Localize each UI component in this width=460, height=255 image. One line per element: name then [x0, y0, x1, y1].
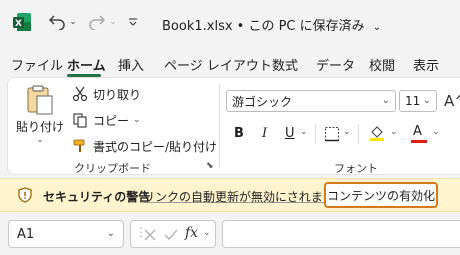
font-color-dropdown-icon[interactable]: ⌄ [432, 127, 440, 137]
borders-dropdown-icon[interactable]: ⌄ [343, 127, 351, 137]
font-row-separator [315, 124, 316, 144]
active-tab-indicator [67, 74, 101, 77]
tab-page-layout[interactable]: ページ レイアウト [164, 55, 272, 74]
ribbon-tabs: ファイル ホーム 挿入 ページ レイアウト 数式 データ 校閲 表示 [0, 52, 460, 77]
copy-label: コピー [93, 113, 130, 128]
font-color-glyph: A [413, 124, 422, 139]
paste-icon [27, 85, 53, 115]
paste-dropdown-icon: ⌄ [36, 135, 44, 145]
font-size-dropdown-icon[interactable]: ⌄ [423, 95, 431, 106]
tab-review[interactable]: 校閲 [369, 55, 395, 74]
paste-label: 貼り付け [16, 120, 65, 134]
clipboard-group-label: クリップボード [74, 162, 151, 175]
customize-quick-access-icon[interactable] [124, 12, 142, 32]
window-title-text: Book1.xlsx • この PC に保存済み [162, 19, 365, 34]
tab-data[interactable]: データ [316, 55, 355, 74]
format-painter-button[interactable]: 書式のコピー/貼り付け [72, 136, 217, 156]
format-painter-icon [73, 139, 85, 152]
tab-file[interactable]: ファイル [11, 55, 63, 74]
name-box-dropdown-icon[interactable]: ⌄ [107, 228, 115, 239]
shield-warning-icon [18, 187, 32, 203]
copy-button[interactable]: コピー ⌄ [72, 110, 141, 130]
font-name-dropdown-icon[interactable]: ⌄ [382, 95, 390, 106]
scissors-icon [72, 86, 88, 102]
font-group-label: フォント [334, 162, 378, 175]
redo-dropdown-icon[interactable]: ⌄ [108, 12, 118, 32]
name-box[interactable]: A1 ⌄ [8, 220, 124, 248]
increase-font-size-icon[interactable]: A^ [444, 92, 460, 110]
tab-formulas[interactable]: 数式 [272, 55, 298, 74]
font-size-value: 11 [405, 94, 421, 108]
fill-color-dropdown-icon[interactable]: ⌄ [390, 127, 398, 137]
enter-check-icon[interactable] [164, 228, 178, 242]
paste-button[interactable]: 貼り付け ⌄ [16, 84, 65, 156]
copy-dropdown-icon[interactable]: ⌄ [133, 115, 141, 125]
underline-button[interactable]: U [285, 126, 295, 141]
enable-content-button[interactable]: コンテンツの有効化 [324, 182, 438, 208]
font-color-button[interactable]: A [410, 122, 428, 144]
tab-insert[interactable]: 挿入 [118, 55, 144, 74]
fill-color-icon[interactable] [368, 124, 386, 142]
font-name-combo[interactable]: 游ゴシック ⌄ [226, 90, 396, 112]
cancel-icon[interactable] [143, 228, 157, 242]
undo-icon[interactable] [46, 12, 68, 32]
format-painter-label: 書式のコピー/貼り付け [93, 139, 218, 154]
group-separator [219, 84, 220, 168]
insert-function-icon[interactable]: fx [185, 225, 198, 241]
tab-view[interactable]: 表示 [413, 55, 439, 74]
redo-icon[interactable] [86, 12, 108, 32]
italic-button[interactable]: I [262, 126, 267, 141]
excel-logo-icon: X [13, 13, 31, 31]
enable-content-label: コンテンツの有効化 [326, 188, 435, 203]
svg-text:X: X [15, 19, 22, 29]
formula-actions: ⋮ fx ⌄ [130, 220, 216, 248]
name-box-value: A1 [17, 227, 35, 242]
font-name-value: 游ゴシック [232, 94, 293, 109]
security-warning-message[interactable]: リンクの自動更新が無効にされました [143, 188, 347, 205]
tab-home[interactable]: ホーム [67, 55, 106, 74]
formula-input[interactable] [222, 220, 460, 248]
font-color-swatch [411, 140, 427, 143]
security-warning-title: セキュリティの警告 [43, 190, 151, 204]
security-warning-bar: セキュリティの警告 リンクの自動更新が無効にされました コンテンツの有効化 [0, 178, 460, 212]
borders-icon[interactable] [324, 126, 340, 142]
bold-button[interactable]: B [234, 126, 244, 141]
window-title[interactable]: Book1.xlsx • この PC に保存済み ⌄ [162, 15, 381, 34]
underline-dropdown-icon[interactable]: ⌄ [300, 127, 308, 137]
formula-bar: A1 ⌄ ⋮ fx ⌄ [0, 216, 460, 255]
title-bar: X ⌄ ⌄ Book1.xlsx • この PC に保存済み ⌄ [0, 0, 460, 46]
cut-label: 切り取り [93, 87, 142, 102]
undo-dropdown-icon[interactable]: ⌄ [68, 12, 78, 32]
font-row-separator-2 [358, 124, 359, 144]
title-chevron-icon: ⌄ [372, 22, 382, 33]
fx-dropdown-icon[interactable]: ⌄ [203, 228, 211, 238]
cut-button[interactable]: 切り取り [72, 84, 141, 104]
copy-icon [73, 113, 87, 128]
ribbon-home: 貼り付け ⌄ 切り取り コピー ⌄ 書式のコピー/貼り付け クリップボード ⬊ … [8, 78, 460, 175]
font-size-combo[interactable]: 11 ⌄ [399, 90, 437, 112]
clipboard-dialog-launcher-icon[interactable]: ⬊ [206, 161, 214, 171]
